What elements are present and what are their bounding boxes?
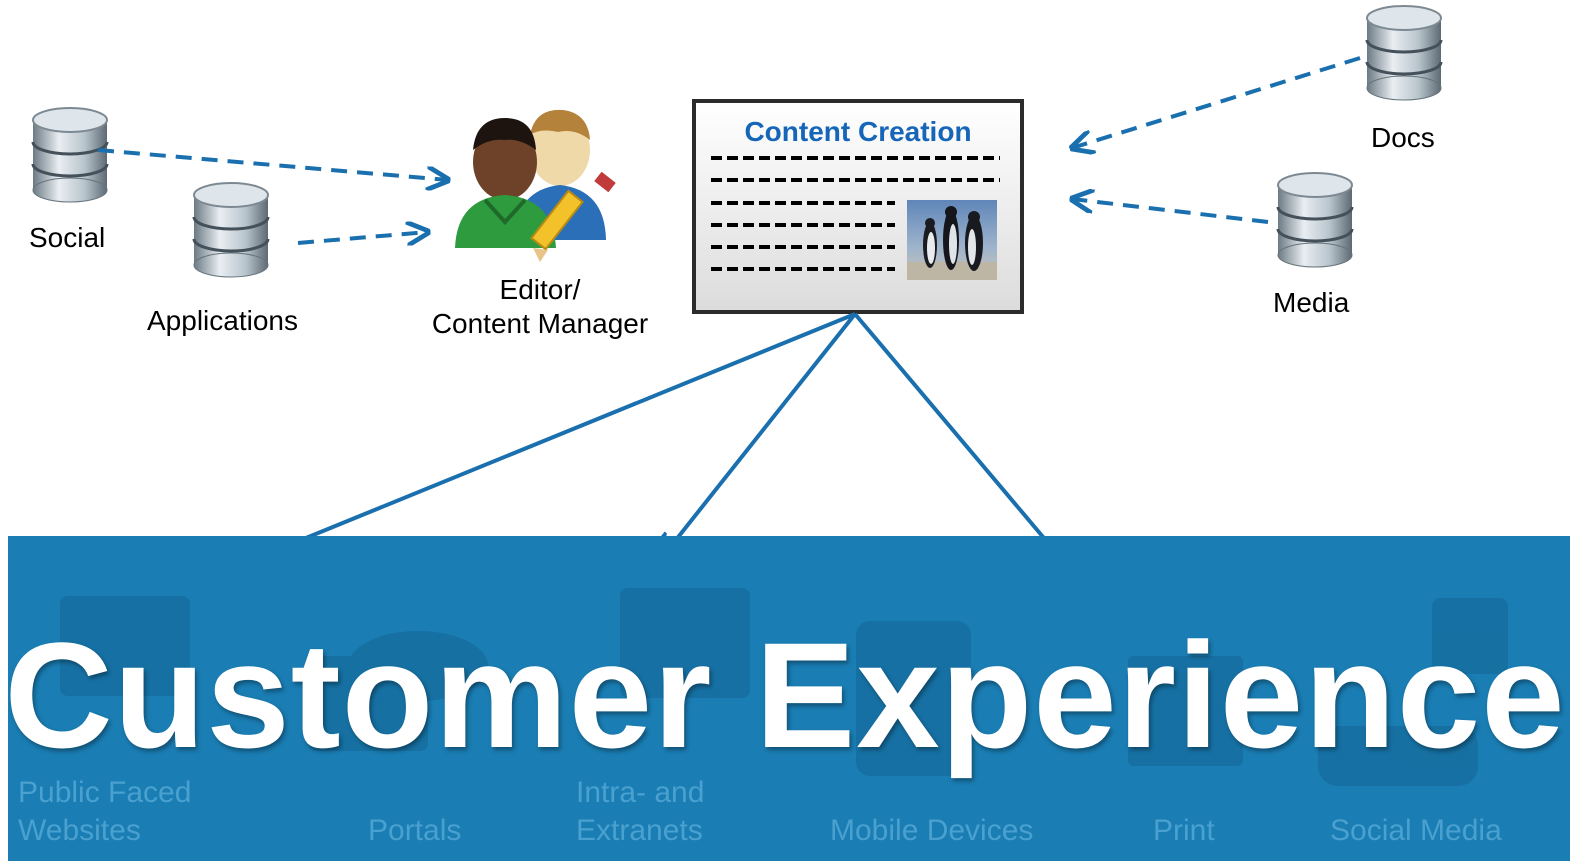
channel-print: Print (1153, 814, 1215, 847)
docs-database-icon (1365, 4, 1443, 102)
connector-to-intranets (660, 312, 857, 560)
customer-experience-title: Customer Experience (4, 611, 1566, 779)
docs-to-content-arrow (1072, 56, 1361, 148)
applications-label: Applications (147, 305, 298, 336)
channel-intranets: Intra- and Extranets (576, 774, 704, 850)
editor-label-line1: Editor/ (499, 274, 581, 305)
editor-label-line2: Content Manager (431, 308, 649, 339)
media-label: Media (1273, 287, 1350, 318)
channel-public-websites: Public Faced Websites (18, 774, 191, 850)
social-database-icon (31, 106, 109, 204)
channel-mobile-devices: Mobile Devices (830, 814, 1034, 847)
channel-portals: Portals (368, 814, 462, 847)
channel-social-media: Social Media (1330, 814, 1502, 847)
media-database-icon (1276, 171, 1354, 269)
content-creation-title: Content Creation (744, 116, 972, 147)
social-label: Social (29, 222, 106, 253)
channel-public-line2: Websites (18, 814, 141, 847)
channel-intra-line1: Intra- and (576, 776, 705, 809)
applications-to-editor-arrow (297, 232, 428, 243)
people-editor-icon (455, 109, 616, 262)
editor-label: Editor/ Content Manager (415, 273, 665, 341)
channel-public-line1: Public Faced (18, 776, 192, 809)
social-to-editor-arrow (97, 148, 448, 180)
media-to-content-arrow (1072, 199, 1269, 224)
applications-database-icon (192, 181, 270, 279)
docs-label: Docs (1371, 122, 1435, 153)
penguins-image (907, 200, 997, 280)
channel-intra-line2: Extranets (576, 814, 703, 847)
